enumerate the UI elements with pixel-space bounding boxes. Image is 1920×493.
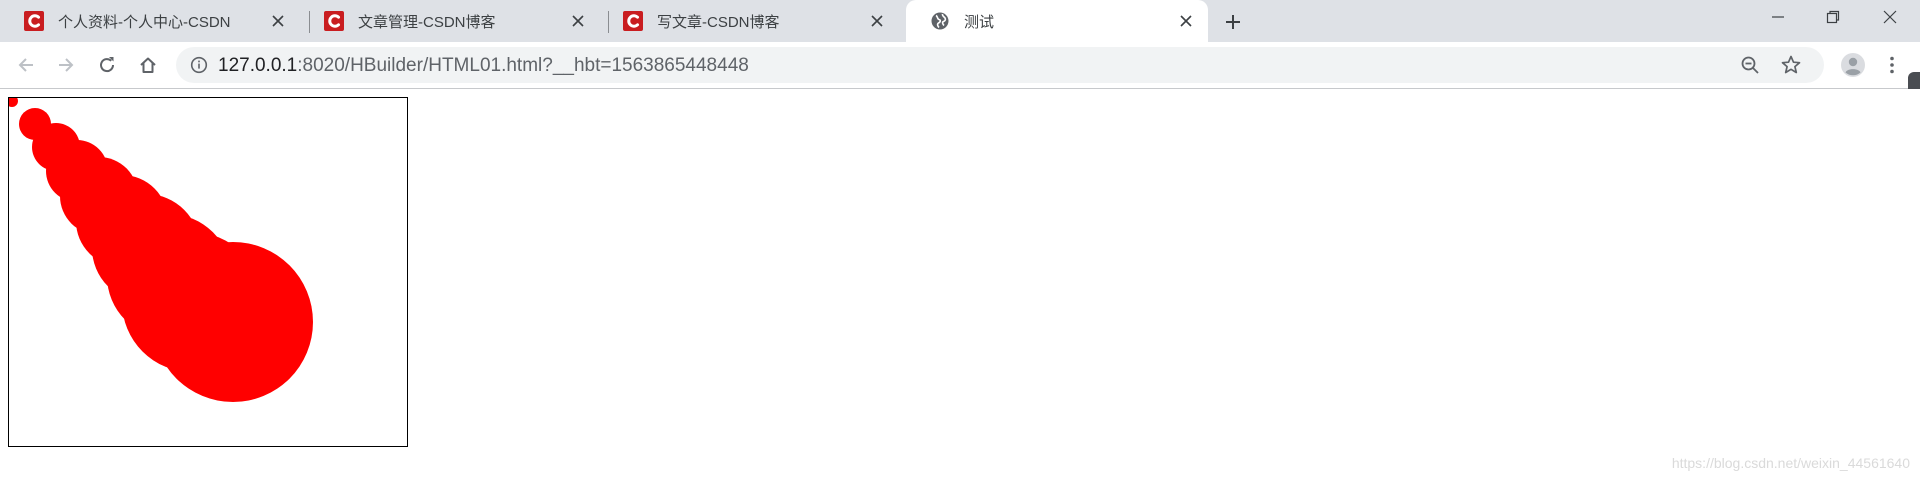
tab-close-button[interactable] bbox=[568, 11, 588, 31]
watermark: https://blog.csdn.net/weixin_44561640 bbox=[1671, 455, 1910, 471]
restore-icon bbox=[1826, 10, 1840, 24]
url-path: :8020/HBuilder/HTML01.html?__hbt=1563865… bbox=[297, 55, 749, 76]
minimize-button[interactable] bbox=[1750, 0, 1806, 34]
tab-strip: 个人资料-个人中心-CSDN 文章管理-CSDN博客 写文章-CSDN博客 测试 bbox=[0, 0, 1920, 42]
ball-trail-circle bbox=[153, 242, 313, 402]
tab-close-button[interactable] bbox=[268, 11, 288, 31]
arrow-right-icon bbox=[59, 58, 74, 72]
window-close-button[interactable] bbox=[1862, 0, 1918, 34]
ball-trail-circle bbox=[9, 98, 18, 107]
close-icon bbox=[572, 15, 584, 27]
close-icon bbox=[1180, 15, 1192, 27]
globe-icon bbox=[931, 12, 949, 30]
close-icon bbox=[871, 15, 883, 27]
ball-trail-drawing bbox=[9, 98, 313, 402]
tab-article-manage[interactable]: 文章管理-CSDN博客 bbox=[300, 0, 600, 42]
new-tab-button[interactable] bbox=[1220, 9, 1246, 35]
tab-title: 测试 bbox=[964, 13, 995, 31]
star-icon[interactable] bbox=[1780, 54, 1802, 76]
animation-canvas bbox=[8, 97, 408, 447]
info-icon[interactable] bbox=[190, 56, 208, 74]
url-text[interactable]: 127.0.0.1:8020/HBuilder/HTML01.html?__hb… bbox=[218, 55, 749, 77]
tab-title: 个人资料-个人中心-CSDN bbox=[58, 13, 231, 31]
forward-button[interactable] bbox=[52, 51, 80, 79]
home-button[interactable] bbox=[134, 51, 162, 79]
csdn-logo-icon bbox=[623, 11, 643, 31]
close-icon bbox=[1883, 10, 1897, 24]
home-icon bbox=[140, 57, 156, 73]
reload-button[interactable] bbox=[93, 51, 121, 79]
restore-button[interactable] bbox=[1805, 0, 1861, 34]
minimize-icon bbox=[1772, 16, 1784, 18]
page-viewport: https://blog.csdn.net/weixin_44561640 bbox=[0, 89, 1920, 493]
csdn-logo-icon bbox=[324, 11, 344, 31]
tab-write-article[interactable]: 写文章-CSDN博客 bbox=[599, 0, 899, 42]
tab-title: 写文章-CSDN博客 bbox=[657, 13, 780, 31]
arrow-left-icon bbox=[18, 58, 33, 72]
back-button[interactable] bbox=[12, 51, 40, 79]
profile-button[interactable] bbox=[1838, 50, 1868, 80]
menu-button[interactable] bbox=[1878, 51, 1906, 79]
tab-title: 文章管理-CSDN博客 bbox=[358, 13, 496, 31]
more-vert-icon bbox=[1890, 56, 1894, 74]
plus-icon bbox=[1226, 15, 1240, 29]
reload-icon bbox=[100, 57, 115, 73]
tab-profile[interactable]: 个人资料-个人中心-CSDN bbox=[0, 0, 300, 42]
tab-close-button[interactable] bbox=[867, 11, 887, 31]
browser-window: 个人资料-个人中心-CSDN 文章管理-CSDN博客 写文章-CSDN博客 测试… bbox=[0, 0, 1920, 493]
csdn-logo-icon bbox=[24, 11, 44, 31]
toolbar: 127.0.0.1:8020/HBuilder/HTML01.html?__hb… bbox=[0, 42, 1920, 144]
tab-close-button[interactable] bbox=[1176, 11, 1196, 31]
close-icon bbox=[272, 15, 284, 27]
zoom-out-icon[interactable] bbox=[1740, 55, 1760, 75]
url-host: 127.0.0.1 bbox=[218, 55, 298, 76]
tab-test[interactable]: 测试 bbox=[906, 0, 1208, 42]
avatar-icon bbox=[1841, 53, 1865, 77]
address-bar[interactable]: 127.0.0.1:8020/HBuilder/HTML01.html?__hb… bbox=[176, 47, 1824, 83]
